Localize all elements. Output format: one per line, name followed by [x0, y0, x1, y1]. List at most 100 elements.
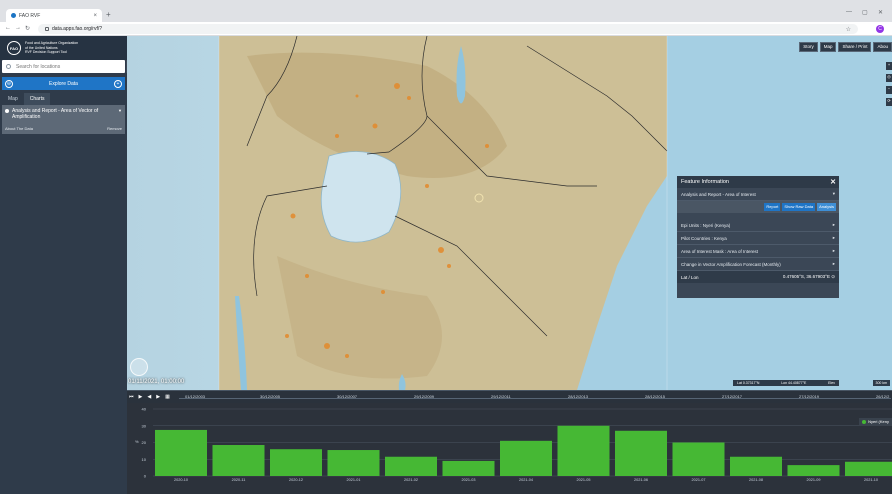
bookmark-star-icon[interactable]: ☆ — [846, 26, 851, 33]
legend-label: Nyeri (Keny — [868, 419, 889, 424]
bar — [212, 445, 265, 476]
about-button[interactable]: Abou — [873, 42, 892, 52]
bar-chart: 40 30 20 10 0% 2020-10 2020-11 2020-12 2021-01 20… — [135, 407, 892, 482]
y-axis-label: % — [135, 439, 139, 444]
latlon-row: Lat / Lon 0.47605°S, 36.67903°E ⊙ — [677, 271, 839, 283]
timeline-tick-label: 29/12/2009 — [414, 394, 435, 399]
y-tick-label: 10 — [142, 457, 147, 462]
x-tick-label: 2021-06 — [634, 478, 648, 482]
feature-row[interactable]: Change in Vector Amplification Forecast … — [677, 258, 839, 271]
x-tick-label: 2021-01 — [347, 478, 361, 482]
location-pin-icon[interactable]: ⊙ — [831, 274, 835, 279]
zoom-out-icon[interactable]: − — [886, 86, 892, 94]
feature-row-label: Change in Vector Amplification Forecast … — [681, 261, 781, 267]
timeline-tick-label: 28/12/2015 — [645, 394, 666, 399]
about-data-link[interactable]: About The Data — [5, 126, 33, 131]
show-raw-data-button[interactable]: Show Raw Data — [782, 203, 816, 211]
bar — [787, 465, 840, 476]
add-data-icon[interactable]: + — [114, 79, 122, 88]
timeline[interactable]: ⏮ ▶ ◀ ▶ ▦ 01/12/2003 30/12/2005 30/12/200… — [127, 390, 892, 403]
coord-lat: Lat 0.37317°N — [737, 381, 760, 385]
explore-label: Explore Data — [49, 80, 78, 87]
timeline-tick-label: 27/12/2017 — [722, 394, 743, 399]
calendar-icon[interactable]: ▦ — [165, 394, 170, 400]
feature-row[interactable]: Area of Interest Mask : Area of Interest… — [677, 245, 839, 258]
x-tick-label: 2021-10 — [864, 478, 878, 482]
back-icon[interactable]: ← — [5, 25, 11, 31]
x-tick-label: 2021-07 — [692, 478, 706, 482]
zoom-in-icon[interactable]: + — [886, 62, 892, 70]
close-icon[interactable]: ✕ — [830, 178, 836, 186]
x-tick-label: 2021-09 — [807, 478, 821, 482]
profile-avatar[interactable]: C — [876, 25, 884, 33]
compass-icon[interactable]: ◎ — [886, 74, 892, 82]
timeline-tick-label: 27/12/2019 — [799, 394, 820, 399]
fao-watermark-icon — [130, 358, 148, 376]
coordinate-readout: Lat 0.37317°N Lon 44.40877°E Elev — [733, 380, 839, 386]
feature-row-label: Pilot Countries : Kenya — [681, 235, 727, 241]
sidebar: FAO Food and Agriculture Organization of… — [0, 36, 127, 494]
timeline-tick-label: 29/12/2011 — [491, 394, 511, 399]
story-button[interactable]: Story — [799, 42, 818, 52]
y-tick-label: 40 — [142, 407, 147, 412]
feature-row[interactable]: Epi Units : Nyeri (Kenya) ▸ — [677, 219, 839, 232]
layer-title-row[interactable]: Analysis and Report - Area of Vector of … — [5, 108, 122, 120]
x-tick-label: 2021-04 — [519, 478, 533, 482]
search-icon — [6, 64, 11, 69]
timeline-start: 01/12/2003 — [185, 394, 206, 399]
report-button[interactable]: Report — [764, 203, 781, 211]
layer-visibility-icon[interactable] — [5, 109, 9, 113]
feature-panel-title[interactable]: Feature Information — [681, 179, 729, 185]
bar — [442, 460, 495, 476]
play-icon[interactable]: ▶ — [139, 394, 143, 400]
explore-arrow-icon: ⊖ — [5, 79, 13, 88]
layer-expand-icon[interactable]: ▼ — [118, 108, 122, 113]
forward-icon[interactable]: → — [15, 25, 21, 31]
feature-actions: Report Show Raw Data Analysis — [677, 201, 839, 213]
share-print-button[interactable]: Share / Print — [838, 42, 872, 52]
browser-tab[interactable]: FAO RVF × — [6, 9, 102, 22]
search-input[interactable] — [16, 63, 116, 70]
feature-row[interactable]: Pilot Countries : Kenya ▸ — [677, 232, 839, 245]
feature-row-label: Epi Units : Nyeri (Kenya) — [681, 222, 731, 228]
location-search[interactable] — [2, 60, 125, 73]
favicon-icon — [11, 13, 16, 18]
coord-elev: Elev — [828, 381, 835, 385]
step-forward-icon[interactable]: ▶ — [156, 394, 160, 400]
y-tick-label: 30 — [142, 423, 147, 428]
maximize-icon[interactable]: ▢ — [862, 9, 868, 16]
map-button[interactable]: Map — [819, 42, 837, 52]
reset-view-icon[interactable]: ⟳ — [886, 98, 892, 106]
chevron-right-icon: ▸ — [832, 222, 835, 227]
sidebar-tabs: Map Charts — [2, 93, 125, 105]
feature-panel-header: Feature Information ✕ — [677, 176, 839, 188]
feature-info-panel: Feature Information ✕ Analysis and Repor… — [677, 176, 839, 298]
x-tick-label: 2020-12 — [289, 478, 303, 482]
url-field[interactable]: data.apps.fao.org/rvf/? ☆ — [38, 24, 858, 34]
step-back-icon[interactable]: ◀ — [147, 394, 151, 400]
chart-panel: 40 30 20 10 0% 2020-10 2020-11 2020-12 2021-01 20… — [127, 403, 892, 494]
lake-victoria — [320, 151, 402, 243]
timeline-tick-label: 30/12/2007 — [337, 394, 358, 399]
map-toolbar: Story Map Share / Print Abou — [799, 42, 892, 52]
close-tab-icon[interactable]: × — [93, 13, 97, 19]
new-tab-icon[interactable]: + — [106, 10, 111, 19]
chart-legend[interactable]: Nyeri (Keny — [859, 418, 892, 425]
fao-logo-icon: FAO — [7, 41, 21, 55]
x-tick-label: 2021-02 — [404, 478, 418, 482]
chevron-down-icon: ▾ — [832, 191, 835, 196]
feature-layer-row[interactable]: Analysis and Report - Area of Interest ▾ — [677, 188, 839, 201]
bar — [615, 430, 667, 476]
analysis-button[interactable]: Analysis — [817, 203, 836, 211]
reload-icon[interactable]: ↻ — [25, 25, 30, 32]
close-window-icon[interactable]: ✕ — [878, 9, 883, 16]
tab-map[interactable]: Map — [2, 93, 24, 105]
minimize-icon[interactable]: — — [846, 9, 852, 15]
skip-back-icon[interactable]: ⏮ — [129, 394, 134, 400]
tab-charts[interactable]: Charts — [23, 93, 51, 105]
remove-layer-link[interactable]: Remove — [107, 126, 122, 131]
bar — [385, 456, 437, 476]
timeline-track[interactable] — [179, 398, 891, 399]
explore-data-button[interactable]: ⊖ Explore Data + — [2, 77, 125, 90]
tab-title: FAO RVF — [19, 12, 41, 19]
